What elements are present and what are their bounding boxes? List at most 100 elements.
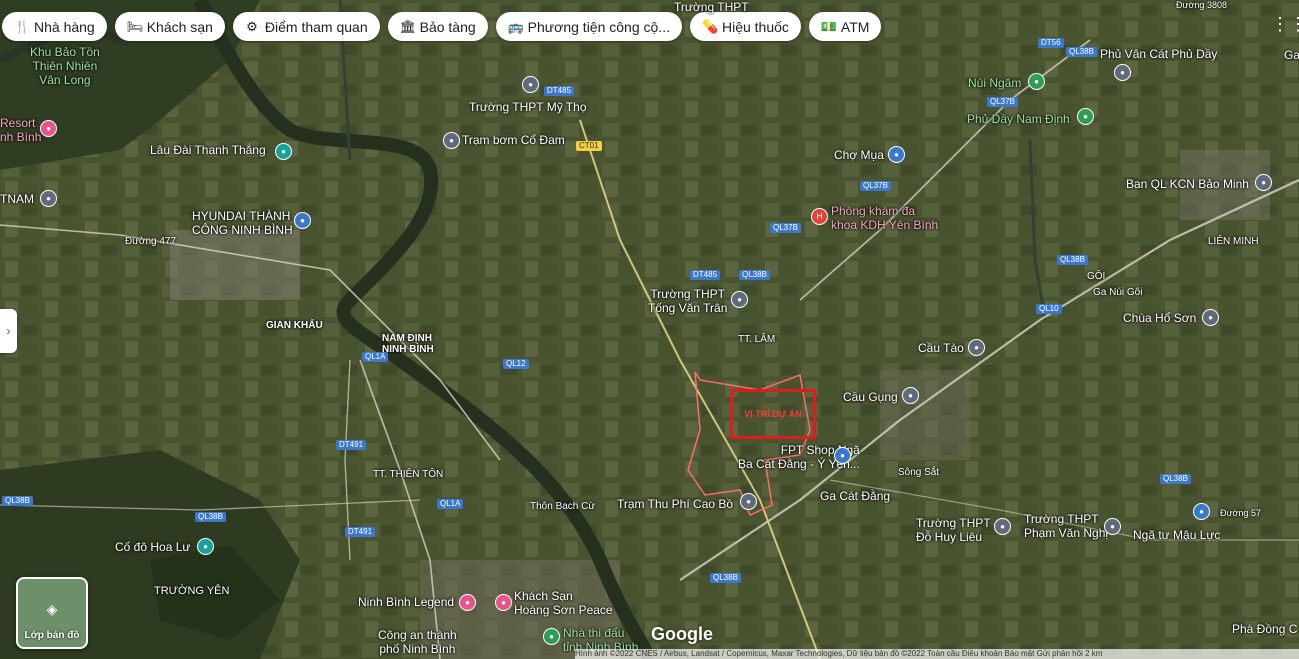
road-shield: QL1A <box>362 352 389 362</box>
road-shield: CT01 <box>576 141 602 151</box>
boundary-label: NAM ĐỊNH NINH BÌNH <box>382 333 434 355</box>
place-pin-icon[interactable]: ● <box>1193 503 1210 520</box>
school-pin-icon[interactable]: ● <box>1104 518 1121 535</box>
chip-transit[interactable]: 🚌 Phương tiện công cộ... <box>495 12 682 41</box>
shop-pin-icon[interactable]: ● <box>834 447 851 464</box>
school-pin-icon[interactable]: ● <box>522 76 539 93</box>
road-shield: QL10 <box>1036 304 1062 314</box>
map-attribution-footer[interactable]: Hình ảnh ©2022 CNES / Airbus, Landsat / … <box>575 649 1299 659</box>
school-pin-icon[interactable]: ● <box>731 291 748 308</box>
place-pin-icon[interactable]: ● <box>902 387 919 404</box>
place-label[interactable]: Phủ Dầy Nam Định <box>967 112 1070 126</box>
museum-icon: 🏛 <box>399 18 417 34</box>
place-label[interactable]: Phà Đồng C <box>1232 622 1297 636</box>
place-label[interactable]: Thôn Bạch Cừ <box>530 501 595 512</box>
road-shield: QL38B <box>1066 47 1097 57</box>
place-label[interactable]: Phòng khám đa khoa KDH Yên Bình <box>831 204 938 232</box>
place-label[interactable]: Trạm Thu Phí Cao Bồ <box>617 497 733 511</box>
place-label[interactable]: Trạm bơm Cổ Đam <box>462 133 565 147</box>
market-pin-icon[interactable]: ● <box>888 146 905 163</box>
place-label[interactable]: Phủ Vân Cát Phủ Dầy <box>1100 47 1217 61</box>
place-label[interactable]: Trường THPT Đỗ Huy Liêu <box>916 516 991 544</box>
place-label[interactable]: Cầu Tào <box>918 341 964 355</box>
temple-pin-icon[interactable]: ● <box>1114 64 1131 81</box>
side-panel-toggle[interactable]: › <box>0 309 17 353</box>
place-label[interactable]: Công an thành phố Ninh Bình <box>378 628 457 656</box>
place-label[interactable]: Ga Núi Gôi <box>1093 287 1142 298</box>
project-location-marker[interactable]: VỊ TRÍ DỰ ÁN <box>730 389 816 439</box>
attraction-pin-icon[interactable]: ● <box>275 143 292 160</box>
chip-label: Nhà hàng <box>34 18 95 35</box>
place-label[interactable]: Chùa Hổ Sơn <box>1123 311 1196 325</box>
place-label[interactable]: TNAM <box>0 192 34 206</box>
hospital-pin-icon[interactable]: H <box>811 208 828 225</box>
place-label[interactable]: HYUNDAI THÀNH CÔNG NINH BÌNH <box>192 209 293 237</box>
place-label[interactable]: Chợ Mụa <box>834 148 884 162</box>
chip-label: Điểm tham quan <box>264 18 368 35</box>
road-shield: DT491 <box>345 527 376 537</box>
chip-pharmacies[interactable]: 💊 Hiệu thuốc <box>689 12 801 41</box>
place-label[interactable]: Ga <box>1284 48 1299 62</box>
resort-pin-icon[interactable]: ● <box>40 120 57 137</box>
hotel-pin-icon[interactable]: ● <box>495 594 512 611</box>
road-shield: QL38B <box>1057 255 1088 265</box>
chip-atm[interactable]: 💵 ATM <box>808 12 882 41</box>
place-label[interactable]: Trường THPT Phạm Văn Nghị <box>1024 512 1108 540</box>
apps-grid-icon[interactable]: ⋮⋮ <box>1271 14 1299 34</box>
mountain-pin-icon[interactable]: ● <box>1028 73 1045 90</box>
place-label[interactable]: GÔI <box>1087 271 1105 282</box>
bus-icon: 🚌 <box>507 18 524 34</box>
road-shield: QL1A <box>437 499 464 509</box>
place-pin-icon[interactable]: ● <box>740 493 757 510</box>
place-label[interactable]: TRƯỜNG YÊN <box>154 585 229 597</box>
place-label[interactable]: Cầu Gụng <box>843 390 898 404</box>
place-label[interactable]: Ga Cát Đằng <box>820 489 890 503</box>
place-pin-icon[interactable]: ● <box>40 190 57 207</box>
chip-attractions[interactable]: ⚙ Điểm tham quan <box>232 12 380 41</box>
place-pin-icon[interactable]: ● <box>968 339 985 356</box>
place-label[interactable]: GIAN KHẨU <box>266 320 323 331</box>
chip-restaurants[interactable]: 🍴 Nhà hàng <box>2 12 107 41</box>
place-label[interactable]: Ngã tư Mậu Lực <box>1133 528 1220 542</box>
place-label[interactable]: Cố đô Hoa Lư <box>115 540 190 554</box>
place-label[interactable]: Resort nh Bình <box>0 116 41 144</box>
project-location-label: VỊ TRÍ DỰ ÁN <box>744 409 802 419</box>
road-shield: QL37B <box>987 97 1018 107</box>
road-shield: DT485 <box>690 270 721 280</box>
place-label[interactable]: Khu Bảo Tồn Thiên Nhiên Vân Long <box>30 45 100 87</box>
place-label[interactable]: Trường THPT Mỹ Thọ <box>469 100 587 114</box>
layers-label: Lớp bản đồ <box>24 630 80 641</box>
place-label[interactable]: LIÊN MINH <box>1208 236 1259 247</box>
road-label: Đường 3808 <box>1176 0 1227 10</box>
hotel-pin-icon[interactable]: ● <box>459 594 476 611</box>
place-label[interactable]: TT. THIÊN TÔN <box>373 469 443 480</box>
satellite-map[interactable] <box>0 0 1299 659</box>
place-label[interactable]: Ninh Bình Legend <box>358 595 454 609</box>
school-pin-icon[interactable]: ● <box>994 518 1011 535</box>
category-chip-bar: 🍴 Nhà hàng 🛏 Khách sạn ⚙ Điểm tham quan 🏛 Bả… <box>2 12 882 41</box>
chip-museums[interactable]: 🏛 Bảo tàng <box>387 12 488 41</box>
place-pin-icon[interactable]: ● <box>443 132 460 149</box>
shop-pin-icon[interactable]: ● <box>294 212 311 229</box>
road-shield: QL37B <box>770 223 801 233</box>
temple-pin-icon[interactable]: ● <box>1077 108 1094 125</box>
place-label[interactable]: TT. LÂM <box>738 334 775 345</box>
place-label[interactable]: Khách Sạn Hoàng Sơn Peace <box>514 589 613 617</box>
road-shield: QL37B <box>860 181 891 191</box>
chip-label: Phương tiện công cộ... <box>527 18 670 35</box>
chevron-right-icon: › <box>6 324 11 338</box>
attraction-pin-icon[interactable]: ● <box>197 538 214 555</box>
place-label[interactable]: Trường THPT <box>674 0 749 14</box>
temple-pin-icon[interactable]: ● <box>1202 309 1219 326</box>
place-label[interactable]: Lâu Đài Thanh Thắng <box>150 143 266 157</box>
chip-label: Hiệu thuốc <box>721 18 789 35</box>
layers-button[interactable]: ◈ Lớp bản đồ <box>16 577 88 649</box>
stadium-pin-icon[interactable]: ● <box>543 628 560 645</box>
place-label[interactable]: Ban QL KCN Bảo Minh <box>1126 177 1249 191</box>
chip-hotels[interactable]: 🛏 Khách sạn <box>114 12 225 41</box>
place-pin-icon[interactable]: ● <box>1255 174 1272 191</box>
road-shield: QL38B <box>195 512 226 522</box>
place-label[interactable]: Trường THPT Tống Văn Trân <box>648 287 727 315</box>
place-label[interactable]: Núi Ngăm <box>968 76 1021 90</box>
road-shield: QL12 <box>503 359 529 369</box>
